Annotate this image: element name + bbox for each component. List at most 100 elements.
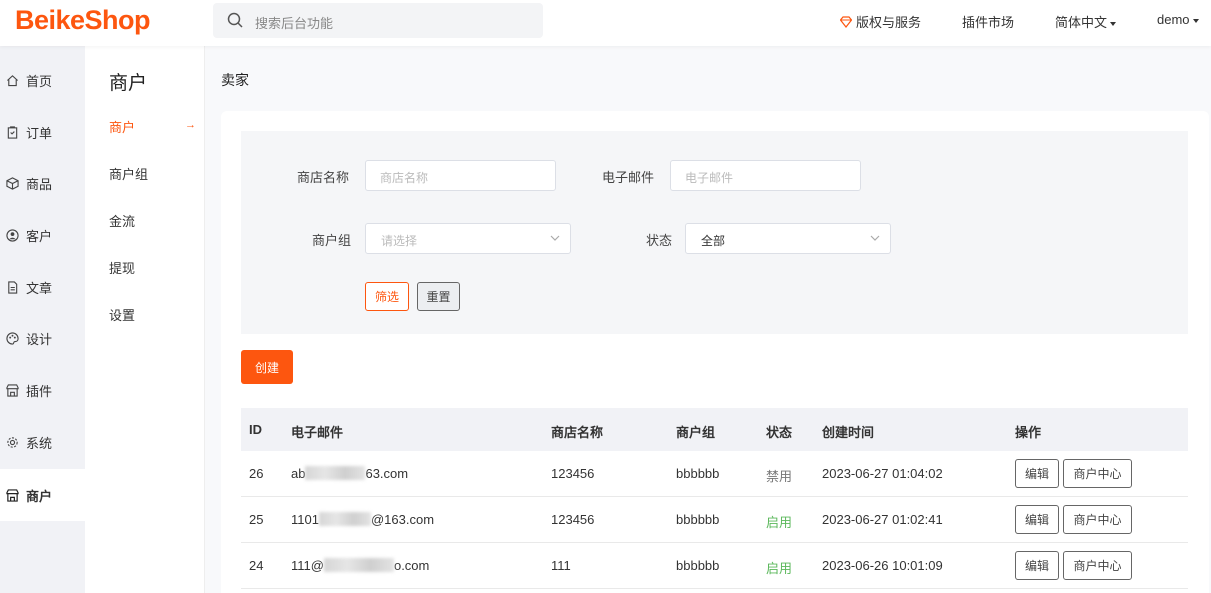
top-header: BeikeShop 搜索后台功能 版权与服务 插件市场 简体中文 demo — [0, 0, 1211, 46]
cell-store-name: 123456 — [551, 466, 595, 481]
box-icon — [6, 176, 19, 190]
primary-sidebar: 首页 订单 商品 客户 文章 设计 插件 系统 — [0, 55, 85, 468]
status-label: 状态 — [646, 233, 673, 248]
sidebar-item-label: 商户 — [26, 488, 53, 504]
sidebar-item-label: 商品 — [26, 176, 53, 192]
redacted-block — [318, 512, 371, 526]
cell-status: 启用 — [766, 561, 793, 576]
sidebar-active-section: 商户 — [0, 469, 85, 521]
column-header-status: 状态 — [766, 425, 793, 440]
content-card: 商店名称 商店名称 电子邮件 电子邮件 商户组 请选择 状态 全部 筛选 重置 … — [221, 111, 1209, 593]
nav-plugin-market[interactable]: 插件市场 — [962, 12, 1014, 31]
merchant-group-select[interactable]: 请选择 — [365, 223, 571, 254]
caret-down-icon — [1192, 18, 1199, 23]
store-name-label: 商店名称 — [297, 170, 350, 185]
user-name: demo — [1157, 12, 1190, 27]
cell-email: 111@ o.com — [291, 558, 429, 573]
edit-button[interactable]: 编辑 — [1015, 551, 1059, 580]
table-row: 25 1101 @163.com 123456 bbbbbb 启用 2023-06… — [241, 497, 1188, 543]
cell-email: 1101 @163.com — [291, 512, 434, 527]
sidebar-item-plugins[interactable]: 插件 — [6, 380, 52, 400]
store-icon — [6, 488, 19, 502]
subnav-item-cashflow[interactable]: 金流 — [109, 211, 135, 230]
merchant-center-button[interactable]: 商户中心 — [1063, 459, 1132, 488]
arrow-right-icon: → — [185, 119, 196, 131]
sidebar-item-design[interactable]: 设计 — [6, 328, 52, 348]
sidebar-item-label: 设计 — [26, 331, 53, 347]
create-button[interactable]: 创建 — [241, 350, 293, 384]
filter-button[interactable]: 筛选 — [365, 282, 409, 311]
sidebar-item-system[interactable]: 系统 — [6, 432, 52, 452]
sidebar-item-merchant[interactable]: 商户 — [6, 485, 52, 505]
search-box[interactable]: 搜索后台功能 — [213, 3, 543, 38]
subnav-item-withdraw[interactable]: 提现 — [109, 258, 135, 277]
language-dropdown[interactable]: 简体中文 — [1055, 12, 1117, 31]
chevron-down-icon — [870, 235, 880, 241]
cell-created-at: 2023-06-26 10:01:09 — [822, 558, 943, 573]
cell-status: 禁用 — [766, 469, 793, 484]
home-icon — [7, 74, 18, 86]
user-dropdown[interactable]: demo — [1157, 12, 1199, 27]
email-label: 电子邮件 — [602, 170, 655, 185]
store-icon — [6, 383, 19, 397]
sidebar-item-home[interactable]: 首页 — [6, 70, 52, 90]
table-row: 24 111@ o.com 111 bbbbbb 启用 2023-06-26 10… — [241, 543, 1188, 589]
subnav-item-merchant-group[interactable]: 商户组 — [109, 164, 148, 183]
edit-button[interactable]: 编辑 — [1015, 459, 1059, 488]
nav-license[interactable]: 版权与服务 — [840, 12, 921, 31]
caret-down-icon — [1110, 21, 1117, 26]
merchant-center-button[interactable]: 商户中心 — [1063, 505, 1132, 534]
merchant-group-label: 商户组 — [312, 233, 352, 248]
status-select[interactable]: 全部 — [685, 223, 891, 254]
email-visible-start: 1101 — [291, 512, 319, 527]
gear-icon — [7, 436, 18, 448]
merchant-group-select-value: 请选择 — [381, 234, 418, 248]
diamond-icon — [840, 16, 852, 28]
sidebar-item-orders[interactable]: 订单 — [6, 122, 52, 142]
language-label: 简体中文 — [1055, 15, 1108, 30]
user-icon — [6, 228, 19, 242]
page-title: 卖家 — [221, 72, 249, 88]
cell-created-at: 2023-06-27 01:02:41 — [822, 512, 943, 527]
sidebar-item-label: 系统 — [26, 435, 53, 451]
secondary-sidebar: 商户 商户 → 商户组 金流 提现 设置 — [85, 46, 205, 593]
filter-panel: 商店名称 商店名称 电子邮件 电子邮件 商户组 请选择 状态 全部 筛选 重置 — [241, 131, 1188, 334]
nav-license-label: 版权与服务 — [856, 15, 922, 30]
edit-button[interactable]: 编辑 — [1015, 505, 1059, 534]
clipboard-icon — [7, 125, 18, 139]
column-header-actions: 操作 — [1015, 425, 1042, 440]
sidebar-item-label: 订单 — [26, 125, 53, 141]
column-header-store-name: 商店名称 — [551, 425, 604, 440]
subnav-item-settings[interactable]: 设置 — [109, 305, 135, 324]
main-content: 卖家 商店名称 商店名称 电子邮件 电子邮件 商户组 请选择 状态 全部 筛选 … — [205, 46, 1211, 593]
chevron-down-icon — [550, 235, 560, 241]
sidebar-item-customers[interactable]: 客户 — [6, 225, 52, 245]
secondary-sidebar-title: 商户 — [109, 73, 148, 94]
cell-email: ab 63.com — [291, 466, 408, 481]
cell-store-name: 111 — [551, 558, 571, 573]
email-visible-start: ab — [291, 466, 306, 481]
cell-created-at: 2023-06-27 01:04:02 — [822, 466, 943, 481]
sidebar-item-products[interactable]: 商品 — [6, 173, 52, 193]
sidebar-filler — [0, 521, 85, 593]
cell-store-name: 123456 — [551, 512, 595, 527]
search-input[interactable]: 搜索后台功能 — [255, 13, 333, 32]
search-icon — [227, 12, 243, 28]
sidebar-item-label: 客户 — [26, 228, 53, 244]
merchant-center-button[interactable]: 商户中心 — [1063, 551, 1132, 580]
reset-button[interactable]: 重置 — [417, 282, 460, 311]
redacted-block — [323, 558, 394, 572]
cell-merchant-group: bbbbbb — [676, 558, 720, 573]
sidebar-item-articles[interactable]: 文章 — [6, 277, 52, 297]
email-visible-start: 111@ — [291, 558, 324, 573]
column-header-merchant-group: 商户组 — [676, 425, 716, 440]
palette-icon — [6, 331, 19, 345]
email-input[interactable]: 电子邮件 — [670, 160, 861, 191]
brand-logo[interactable]: BeikeShop — [15, 5, 151, 36]
cell-merchant-group: bbbbbb — [676, 466, 720, 481]
email-visible-end: o.com — [393, 558, 430, 573]
subnav-item-merchant[interactable]: 商户 — [109, 117, 135, 136]
store-name-input[interactable]: 商店名称 — [365, 160, 556, 191]
sidebar-item-label: 插件 — [26, 383, 53, 399]
redacted-block — [305, 466, 366, 480]
